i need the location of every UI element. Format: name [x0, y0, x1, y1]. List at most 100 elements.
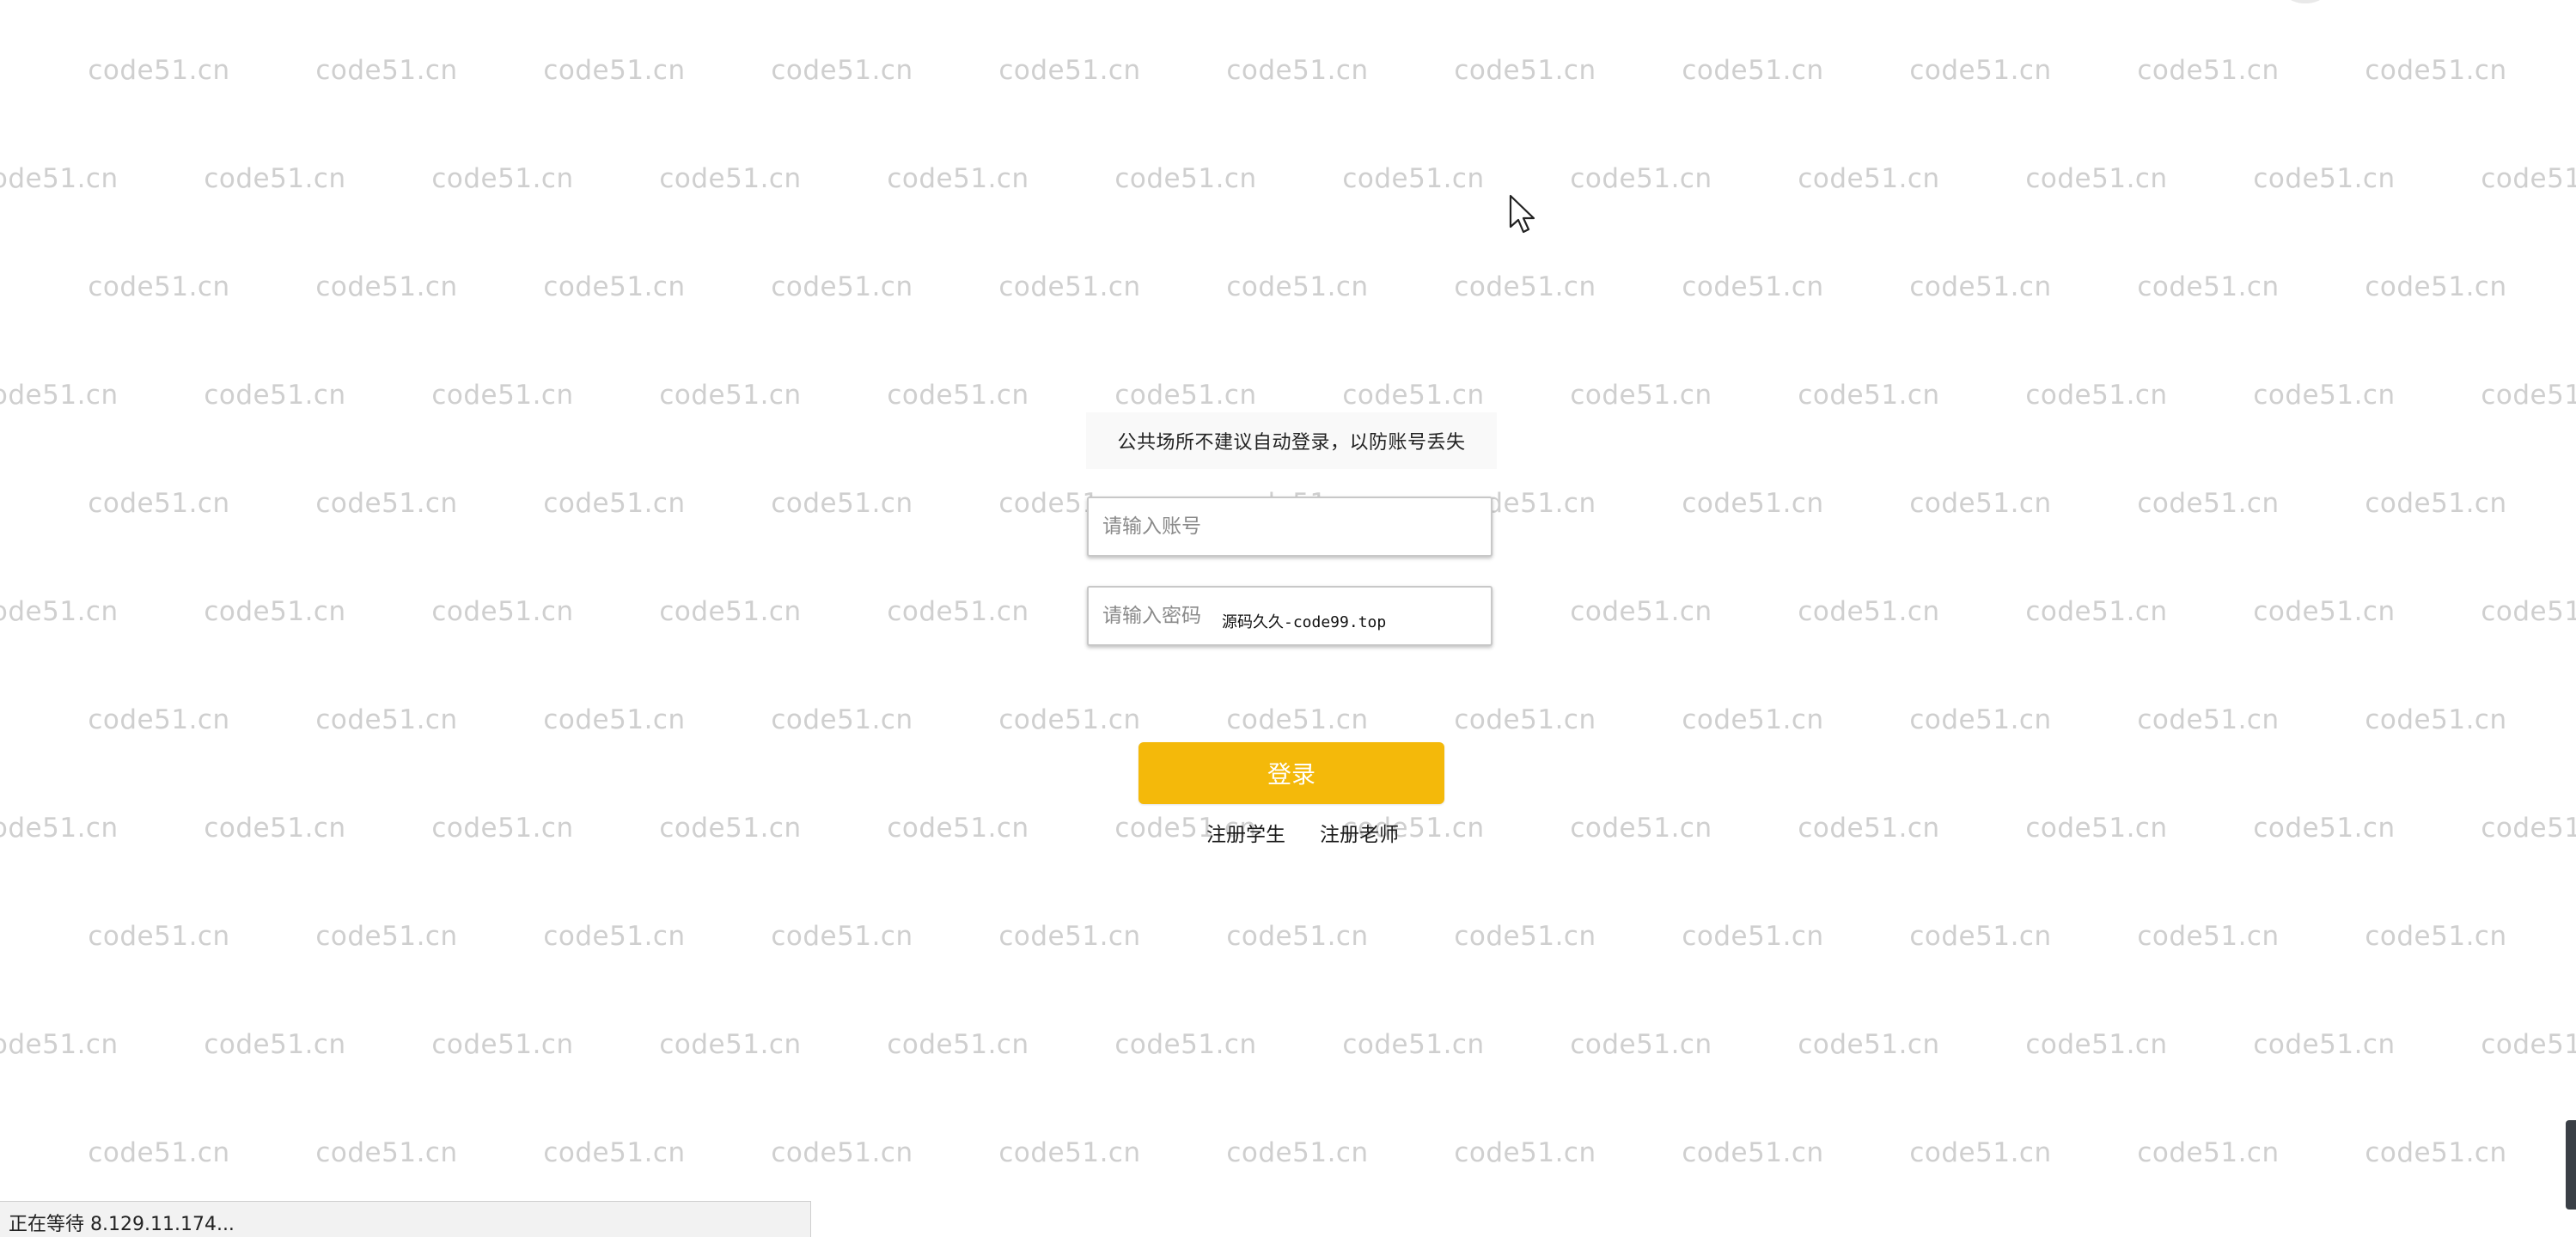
watermark-text: code51.cn: [2365, 271, 2507, 302]
watermark-text: code51.cn: [659, 163, 802, 194]
login-button[interactable]: 登录: [1138, 742, 1444, 804]
watermark-text: code51.cn: [1798, 813, 1940, 844]
watermark-text: code51.cn: [2365, 921, 2507, 952]
watermark-text: code51.cn: [1909, 55, 2052, 86]
watermark-text: code51.cn: [998, 1137, 1141, 1168]
watermark-text: code51.cn: [2137, 1137, 2280, 1168]
watermark-text: code51.cn: [771, 704, 913, 735]
watermark-text: code51.cn: [2481, 163, 2576, 194]
watermark-text: code51.cn: [1682, 55, 1824, 86]
watermark-text: code51.cn: [887, 596, 1029, 627]
watermark-text: code51.cn: [543, 55, 686, 86]
watermark-text: code51.cn: [0, 813, 119, 844]
watermark-text: code51.cn: [2253, 813, 2396, 844]
watermark-text: code51.cn: [543, 1137, 686, 1168]
watermark-text: code51.cn: [887, 380, 1029, 411]
watermark-text: code51.cn: [1682, 271, 1824, 302]
watermark-text: code51.cn: [0, 596, 119, 627]
watermark-text: code51.cn: [771, 271, 913, 302]
watermark-text: code51.cn: [315, 921, 458, 952]
watermark-text: code51.cn: [543, 921, 686, 952]
watermark-text: code51.cn: [1114, 380, 1257, 411]
account-input[interactable]: [1089, 498, 1491, 555]
watermark-text: code51.cn: [1570, 813, 1712, 844]
watermark-text: code51.cn: [2253, 380, 2396, 411]
watermark-text: code51.cn: [0, 921, 3, 952]
password-input[interactable]: [1089, 588, 1491, 644]
watermark-text: code51.cn: [1570, 1029, 1712, 1060]
register-student-link[interactable]: 注册学生: [1206, 818, 1285, 847]
watermark-text: code51.cn: [887, 1029, 1029, 1060]
watermark-text: code51.cn: [1114, 163, 1257, 194]
watermark-text: code51.cn: [1454, 55, 1596, 86]
watermark-text: code51.cn: [771, 921, 913, 952]
watermark-text: code51.cn: [88, 488, 230, 519]
watermark-text: code51.cn: [0, 704, 3, 735]
login-form: 公共场所不建议自动登录，以防账号丢失 源码久久-code99.top 登录 注册…: [1083, 411, 1500, 857]
watermark-text: code51.cn: [2253, 163, 2396, 194]
watermark-text: code51.cn: [1682, 488, 1824, 519]
watermark-text: code51.cn: [2025, 380, 2168, 411]
side-panel-handle[interactable]: [2566, 1120, 2576, 1210]
account-field[interactable]: [1087, 497, 1492, 557]
watermark-text: code51.cn: [1909, 921, 2052, 952]
password-field[interactable]: 源码久久-code99.top: [1087, 586, 1492, 646]
watermark-text: code51.cn: [2025, 1029, 2168, 1060]
watermark-text: code51.cn: [431, 813, 574, 844]
watermark-text: code51.cn: [1342, 380, 1485, 411]
watermark-text: code51.cn: [1454, 271, 1596, 302]
watermark-text: code51.cn: [1798, 596, 1940, 627]
watermark-text: code51.cn: [887, 813, 1029, 844]
watermark-text: code51.cn: [659, 1029, 802, 1060]
watermark-text: code51.cn: [2253, 1029, 2396, 1060]
watermark-text: code51.cn: [2025, 813, 2168, 844]
watermark-text: code51.cn: [1226, 271, 1369, 302]
watermark-text: code51.cn: [204, 596, 346, 627]
watermark-text: code51.cn: [1226, 921, 1369, 952]
watermark-text: code51.cn: [2365, 55, 2507, 86]
watermark-text: code51.cn: [2025, 163, 2168, 194]
watermark-text: code51.cn: [1682, 704, 1824, 735]
watermark-text: code51.cn: [543, 704, 686, 735]
watermark-text: code51.cn: [998, 921, 1141, 952]
watermark-text: code51.cn: [0, 271, 3, 302]
watermark-text: code51.cn: [315, 55, 458, 86]
watermark-text: code51.cn: [0, 1137, 3, 1168]
watermark-text: code51.cn: [1342, 1029, 1485, 1060]
watermark-text: code51.cn: [431, 380, 574, 411]
watermark-text: code51.cn: [88, 271, 230, 302]
watermark-text: code51.cn: [1682, 1137, 1824, 1168]
watermark-text: code51.cn: [1909, 271, 2052, 302]
watermark-text: code51.cn: [1798, 163, 1940, 194]
watermark-text: code51.cn: [88, 55, 230, 86]
watermark-text: code51.cn: [0, 1029, 119, 1060]
watermark-text: code51.cn: [2253, 596, 2396, 627]
watermark-text: code51.cn: [771, 1137, 913, 1168]
watermark-text: code51.cn: [204, 1029, 346, 1060]
watermark-text: code51.cn: [2481, 813, 2576, 844]
watermark-text: code51.cn: [204, 380, 346, 411]
watermark-text: code51.cn: [0, 163, 119, 194]
watermark-text: code51.cn: [1114, 1029, 1257, 1060]
watermark-text: code51.cn: [204, 163, 346, 194]
watermark-text: code51.cn: [2137, 921, 2280, 952]
corner-decoration: [2275, 0, 2335, 3]
watermark-text: code51.cn: [431, 163, 574, 194]
watermark-text: code51.cn: [543, 271, 686, 302]
watermark-text: code51.cn: [1342, 163, 1485, 194]
watermark-text: code51.cn: [88, 704, 230, 735]
watermark-text: code51.cn: [887, 163, 1029, 194]
watermark-text: code51.cn: [2481, 380, 2576, 411]
watermark-text: code51.cn: [88, 1137, 230, 1168]
auto-login-notice: 公共场所不建议自动登录，以防账号丢失: [1086, 412, 1497, 469]
watermark-text: code51.cn: [1454, 1137, 1596, 1168]
watermark-text: code51.cn: [659, 596, 802, 627]
watermark-text: code51.cn: [1798, 1029, 1940, 1060]
watermark-text: code51.cn: [2365, 488, 2507, 519]
watermark-text: code51.cn: [771, 488, 913, 519]
watermark-text: code51.cn: [0, 488, 3, 519]
register-teacher-link[interactable]: 注册老师: [1320, 818, 1399, 847]
watermark-text: code51.cn: [659, 380, 802, 411]
watermark-text: code51.cn: [543, 488, 686, 519]
watermark-text: code51.cn: [431, 1029, 574, 1060]
